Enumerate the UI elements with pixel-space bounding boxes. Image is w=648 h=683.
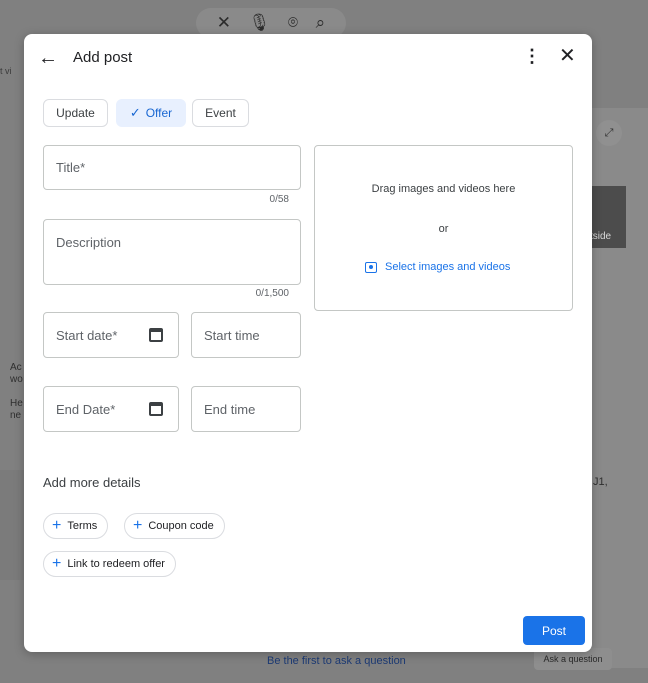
- dialog-header: ← Add post ⋮ ✕: [24, 34, 592, 82]
- end-time-field[interactable]: End time: [191, 386, 301, 432]
- chip-offer-label: Offer: [145, 106, 173, 120]
- background-text-topleft: t vi: [0, 66, 12, 76]
- chip-event[interactable]: Event: [192, 99, 249, 127]
- background-right-zip: J1,: [593, 476, 608, 488]
- end-date-label: End Date*: [56, 402, 116, 417]
- add-coupon-code-button[interactable]: + Coupon code: [124, 513, 225, 539]
- media-dropzone[interactable]: Drag images and videos here or Select im…: [314, 145, 573, 311]
- add-redeem-link-button[interactable]: + Link to redeem offer: [43, 551, 176, 577]
- add-more-details-label: Add more details: [43, 475, 141, 490]
- plus-icon: +: [133, 517, 143, 534]
- start-date-field[interactable]: Start date*: [43, 312, 179, 358]
- description-field[interactable]: Description: [43, 219, 301, 285]
- chip-update-label: Update: [56, 106, 95, 120]
- background-left-block: [0, 470, 24, 580]
- add-photo-icon: [365, 261, 377, 273]
- chip-update[interactable]: Update: [43, 99, 108, 127]
- snippet-line: Ac: [10, 362, 22, 373]
- start-date-label: Start date*: [56, 328, 118, 343]
- first-to-ask-link: Be the first to ask a question: [267, 655, 406, 667]
- add-post-dialog: ← Add post ⋮ ✕ Update ✓ Offer Event Titl…: [24, 34, 592, 652]
- snippet-line: ne: [10, 410, 22, 421]
- redeem-link-label: Link to redeem offer: [67, 558, 165, 570]
- background-left-snippet: Ac wo He ne: [0, 362, 24, 452]
- snippet-line: He: [10, 398, 23, 409]
- snippet-line: wo: [10, 374, 23, 385]
- end-time-label: End time: [204, 402, 256, 417]
- clear-search-icon: ✕: [216, 13, 232, 32]
- background-image-label: tside: [590, 231, 612, 242]
- drag-media-text: Drag images and videos here: [371, 183, 516, 195]
- add-terms-button[interactable]: + Terms: [43, 513, 109, 539]
- lens-icon: ⌾: [287, 13, 299, 32]
- plus-icon: +: [52, 517, 62, 534]
- expand-icon: ⤢: [596, 120, 622, 146]
- calendar-icon[interactable]: [149, 328, 163, 342]
- title-field[interactable]: Title*: [43, 145, 301, 190]
- end-date-field[interactable]: End Date*: [43, 386, 179, 432]
- plus-icon: +: [52, 555, 62, 572]
- post-button[interactable]: Post: [523, 616, 585, 645]
- check-icon: ✓: [129, 105, 141, 120]
- search-icon: ⌕: [315, 13, 326, 32]
- select-media-label: Select images and videos: [385, 261, 511, 273]
- title-field-label: Title*: [56, 160, 86, 175]
- terms-label: Terms: [67, 520, 98, 532]
- description-field-label: Description: [56, 235, 122, 250]
- chip-event-label: Event: [205, 106, 236, 120]
- start-time-label: Start time: [204, 328, 260, 343]
- title-counter: 0/58: [269, 194, 289, 205]
- description-counter: 0/1,500: [255, 288, 289, 299]
- start-time-field[interactable]: Start time: [191, 312, 301, 358]
- close-icon[interactable]: ✕: [559, 46, 576, 66]
- calendar-icon[interactable]: [149, 402, 163, 416]
- select-media-link[interactable]: Select images and videos: [365, 261, 510, 273]
- back-arrow-icon[interactable]: ←: [38, 48, 58, 68]
- mic-icon: 🎙: [248, 13, 271, 32]
- coupon-code-label: Coupon code: [148, 520, 214, 532]
- background-image-tile: tside: [590, 186, 626, 248]
- or-text: or: [438, 223, 449, 235]
- snippet-line: [10, 386, 24, 398]
- chip-offer[interactable]: ✓ Offer: [116, 99, 186, 127]
- dialog-title: Add post: [73, 49, 133, 66]
- more-vert-icon[interactable]: ⋮: [523, 46, 541, 66]
